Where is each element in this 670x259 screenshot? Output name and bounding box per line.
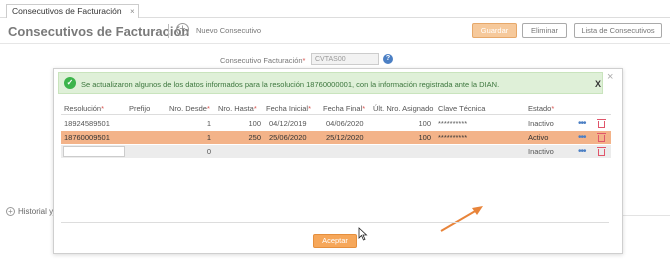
trash-icon[interactable] xyxy=(597,146,606,156)
row-menu-icon[interactable]: ••• xyxy=(578,118,586,129)
cell-fecha-inicial: 25/06/2020 xyxy=(269,133,307,142)
cell-resolucion: 18924589501 xyxy=(64,119,110,128)
alert-close-button[interactable]: X xyxy=(595,79,601,89)
cell-nro-desde: 0 xyxy=(206,147,211,156)
trash-body xyxy=(598,135,605,142)
save-button[interactable]: Guardar xyxy=(472,23,517,38)
required-mark: * xyxy=(308,104,312,113)
table-row[interactable]: 0 Inactivo ••• xyxy=(61,145,611,158)
header-text: Nro. Desde xyxy=(169,104,207,113)
required-mark: * xyxy=(362,104,366,113)
row-menu-icon[interactable]: ••• xyxy=(578,132,586,143)
table-row[interactable]: 18924589501 1 100 04/12/2019 04/06/2020 … xyxy=(61,117,611,130)
alert-message: Se actualizaron algunos de los datos inf… xyxy=(81,80,500,89)
tab-bar: Consecutivos de Facturación × xyxy=(0,0,670,18)
pointer-arrow-icon xyxy=(440,206,483,232)
header-ult-nro: Últ. Nro. Asignado xyxy=(373,104,434,113)
tab-close-icon[interactable]: × xyxy=(130,5,135,18)
mouse-cursor-icon xyxy=(358,227,368,241)
help-icon[interactable]: ? xyxy=(383,54,393,64)
trash-lid xyxy=(597,119,606,120)
table-header: Resolución* Prefijo Nro. Desde* Nro. Has… xyxy=(61,102,611,115)
modal-divider xyxy=(61,222,609,223)
header-resolucion: Resolución* xyxy=(64,104,104,113)
header-clave: Clave Técnica xyxy=(438,104,486,113)
check-circle-icon: ✓ xyxy=(64,77,76,89)
trash-lid xyxy=(597,147,606,148)
table-row[interactable]: 18760009501 1 250 25/06/2020 25/12/2020 … xyxy=(61,131,611,144)
tab-consecutivos[interactable]: Consecutivos de Facturación × xyxy=(6,4,139,18)
trash-body xyxy=(598,149,605,156)
page-title: Consecutivos de Facturación xyxy=(8,24,190,39)
cell-nro-desde: 1 xyxy=(206,133,211,142)
trash-icon[interactable] xyxy=(597,118,606,128)
cell-clave: ********** xyxy=(438,119,468,128)
trash-lid xyxy=(597,133,606,134)
cell-nro-desde: 1 xyxy=(206,119,211,128)
tab-label: Consecutivos de Facturación xyxy=(12,6,122,16)
header-fecha-inicial: Fecha Inicial* xyxy=(266,104,311,113)
consecutive-input[interactable]: CVTAS00 xyxy=(311,53,379,65)
header-divider xyxy=(168,24,169,38)
required-mark: * xyxy=(302,56,306,65)
cell-estado: Activo xyxy=(528,133,549,142)
historial-section[interactable]: + Historial y xyxy=(6,207,53,216)
success-alert: ✓ Se actualizaron algunos de los datos i… xyxy=(58,72,603,94)
cell-fecha-final: 04/06/2020 xyxy=(326,119,364,128)
required-mark: * xyxy=(551,104,555,113)
header-text: Estado xyxy=(528,104,552,113)
plus-circle-icon[interactable]: + xyxy=(176,23,189,36)
consecutive-field-label: Consecutivo Facturación* xyxy=(220,56,305,65)
cell-estado: Inactivo xyxy=(528,147,554,156)
page-header: Consecutivos de Facturación + Nuevo Cons… xyxy=(0,18,670,44)
required-mark: * xyxy=(101,104,105,113)
cell-fecha-inicial: 04/12/2019 xyxy=(269,119,307,128)
header-estado: Estado* xyxy=(528,104,554,113)
resolution-modal: × ✓ Se actualizaron algunos de los datos… xyxy=(53,68,623,254)
header-text: Resolución xyxy=(64,104,102,113)
cell-fecha-final: 25/12/2020 xyxy=(326,133,364,142)
cell-nro-hasta: 100 xyxy=(248,119,261,128)
historial-label: Historial y xyxy=(18,207,54,216)
row-menu-icon[interactable]: ••• xyxy=(578,146,586,157)
consecutive-label-text: Consecutivo Facturación xyxy=(220,56,303,65)
required-mark: * xyxy=(206,104,210,113)
header-nro-hasta: Nro. Hasta* xyxy=(218,104,257,113)
cell-ult-nro: 100 xyxy=(418,133,431,142)
list-consecutives-button[interactable]: Lista de Consecutivos xyxy=(574,23,662,38)
header-text: Fecha Final xyxy=(323,104,363,113)
cell-estado: Inactivo xyxy=(528,119,554,128)
cell-resolucion: 18760009501 xyxy=(64,133,110,142)
cell-clave: ********** xyxy=(438,133,468,142)
header-text: Nro. Hasta xyxy=(218,104,254,113)
cell-nro-hasta: 250 xyxy=(248,133,261,142)
cell-ult-nro: 100 xyxy=(418,119,431,128)
trash-body xyxy=(598,121,605,128)
header-nro-desde: Nro. Desde* xyxy=(169,104,210,113)
accept-button[interactable]: Aceptar xyxy=(313,234,357,248)
new-consecutive-button[interactable]: Nuevo Consecutivo xyxy=(196,26,261,35)
header-fecha-final: Fecha Final* xyxy=(323,104,365,113)
trash-icon[interactable] xyxy=(597,132,606,142)
delete-button[interactable]: Eliminar xyxy=(522,23,567,38)
plus-circle-icon: + xyxy=(6,207,15,216)
resolution-input[interactable] xyxy=(63,146,125,157)
header-text: Fecha Inicial xyxy=(266,104,309,113)
modal-close-icon[interactable]: × xyxy=(607,71,613,83)
header-prefijo: Prefijo xyxy=(129,104,151,113)
required-mark: * xyxy=(253,104,257,113)
